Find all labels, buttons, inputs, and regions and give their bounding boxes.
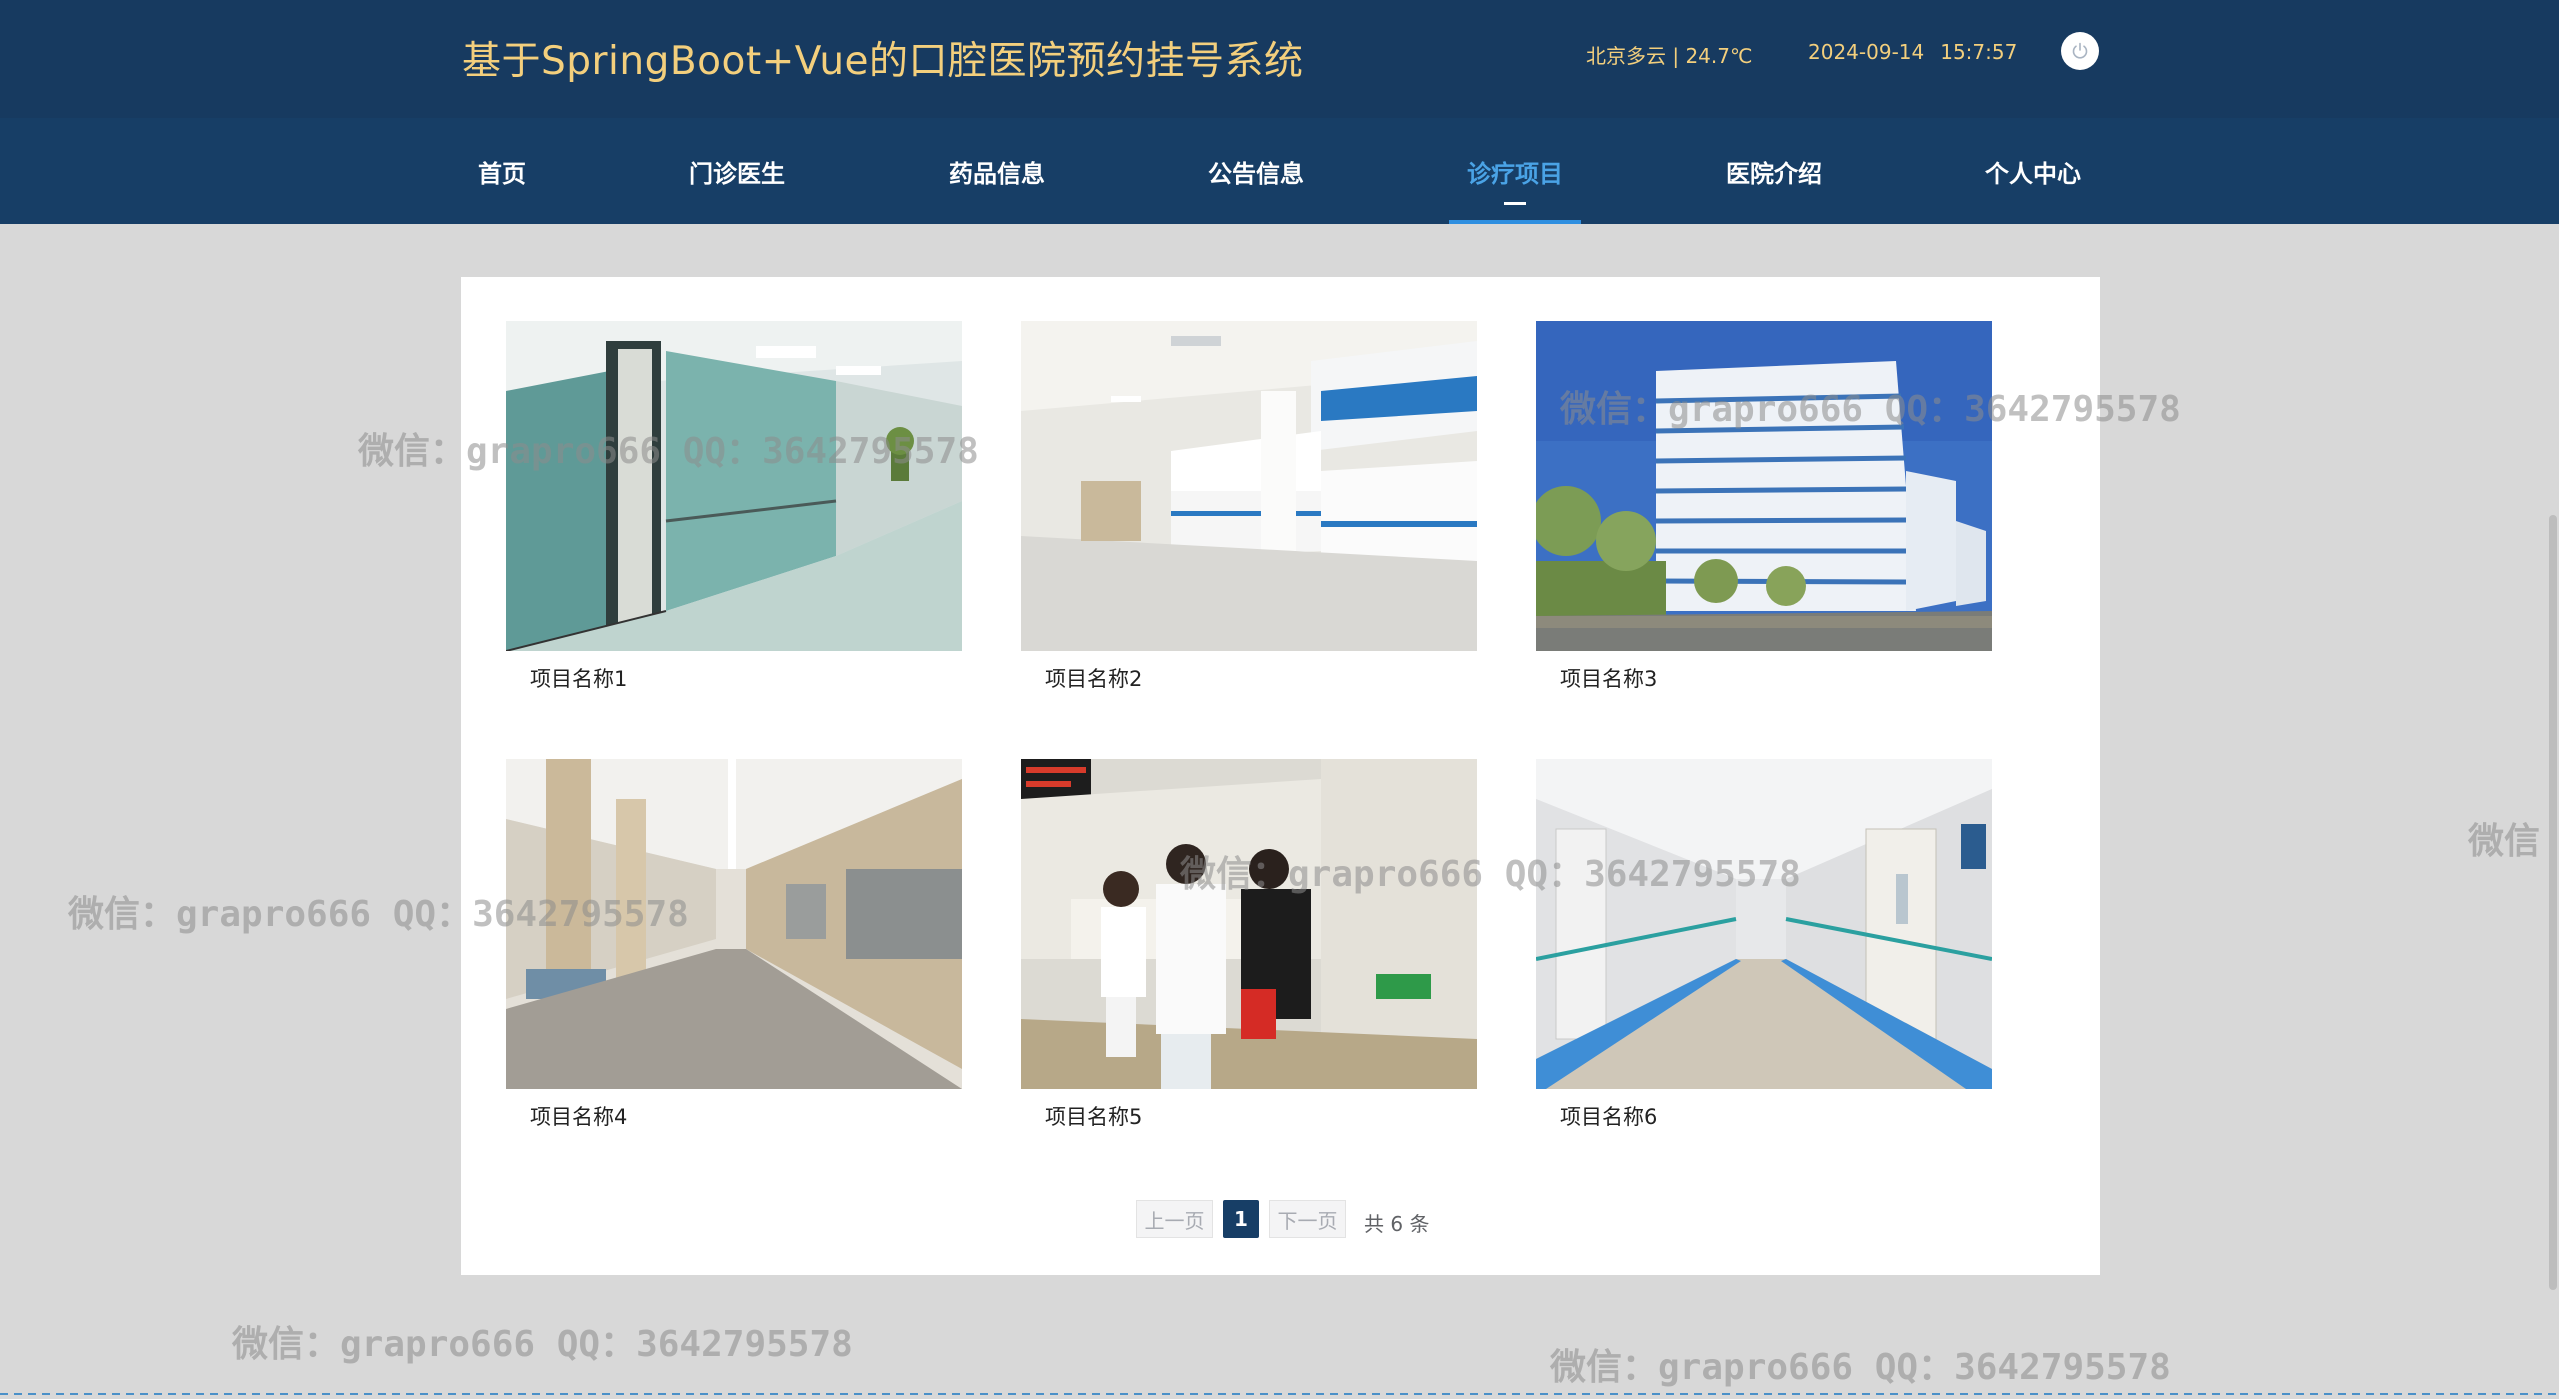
- nav-hospital-intro[interactable]: 医院介绍: [1709, 118, 1839, 224]
- page-scrollbar[interactable]: [2549, 515, 2557, 1290]
- pagination: 上一页 1 下一页 共 6 条: [0, 1200, 2559, 1240]
- nav-treatment-projects[interactable]: 诊疗项目: [1449, 118, 1581, 224]
- project-image[interactable]: [506, 321, 962, 651]
- project-card[interactable]: 项目名称6: [1536, 759, 1992, 1129]
- datetime: 2024-09-14 15:7:57: [1808, 40, 2017, 64]
- project-card[interactable]: 项目名称2: [1021, 321, 1477, 691]
- project-name[interactable]: 项目名称3: [1560, 663, 1657, 693]
- watermark: 微信: [2468, 821, 2541, 862]
- project-card[interactable]: 项目名称5: [1021, 759, 1477, 1129]
- date-text: 2024-09-14: [1808, 40, 1925, 64]
- nav-treatment-projects-label: 诊疗项目: [1467, 159, 1563, 188]
- project-image[interactable]: [1536, 321, 1992, 651]
- project-card[interactable]: 项目名称3: [1536, 321, 1992, 691]
- project-name[interactable]: 项目名称6: [1560, 1101, 1657, 1131]
- active-indicator-short: [1504, 202, 1526, 205]
- nav-hospital-intro-label: 医院介绍: [1726, 159, 1822, 188]
- power-icon: [2072, 42, 2088, 59]
- nav-medicines[interactable]: 药品信息: [932, 118, 1062, 224]
- nav-announcements[interactable]: 公告信息: [1191, 118, 1321, 224]
- project-image[interactable]: [1536, 759, 1992, 1089]
- nav-personal-center-label: 个人中心: [1985, 159, 2081, 188]
- weather-info: 北京多云 | 24.7℃: [1586, 44, 1753, 68]
- project-image[interactable]: [1021, 321, 1477, 651]
- next-page-button[interactable]: 下一页: [1269, 1200, 1346, 1238]
- project-image[interactable]: [1021, 759, 1477, 1089]
- time-text: 15:7:57: [1940, 40, 2018, 64]
- project-card[interactable]: 项目名称4: [506, 759, 962, 1129]
- main-nav: 首页 门诊医生 药品信息 公告信息 诊疗项目 医院介绍 个人中心: [0, 118, 2559, 224]
- page-number-1[interactable]: 1: [1223, 1200, 1259, 1238]
- prev-page-button[interactable]: 上一页: [1136, 1200, 1213, 1238]
- project-name[interactable]: 项目名称4: [530, 1101, 627, 1131]
- top-header: 基于SpringBoot+Vue的口腔医院预约挂号系统 北京多云 | 24.7℃…: [0, 0, 2559, 118]
- active-indicator-bar: [1449, 220, 1581, 224]
- bottom-border: [0, 1393, 2559, 1395]
- project-name[interactable]: 项目名称1: [530, 663, 627, 693]
- nav-announcements-label: 公告信息: [1208, 159, 1304, 188]
- nav-doctors-label: 门诊医生: [689, 159, 785, 188]
- project-name[interactable]: 项目名称5: [1045, 1101, 1142, 1131]
- project-image[interactable]: [506, 759, 962, 1089]
- nav-personal-center[interactable]: 个人中心: [1968, 118, 2098, 224]
- project-list-panel: 项目名称1 项目名称2 项目名称3 项目名称4 项目名称5 项目名称6: [461, 277, 2100, 1275]
- watermark: 微信：grapro666 QQ：3642795578: [1550, 1347, 2171, 1388]
- site-title: 基于SpringBoot+Vue的口腔医院预约挂号系统: [462, 39, 1304, 84]
- logout-button[interactable]: [2061, 32, 2099, 70]
- project-card[interactable]: 项目名称1: [506, 321, 962, 691]
- nav-doctors[interactable]: 门诊医生: [672, 118, 802, 224]
- nav-medicines-label: 药品信息: [949, 159, 1045, 188]
- nav-home[interactable]: 首页: [452, 118, 552, 224]
- nav-home-label: 首页: [478, 159, 526, 188]
- watermark: 微信：grapro666 QQ：3642795578: [232, 1324, 853, 1365]
- project-name[interactable]: 项目名称2: [1045, 663, 1142, 693]
- total-count: 共 6 条: [1364, 1212, 1430, 1236]
